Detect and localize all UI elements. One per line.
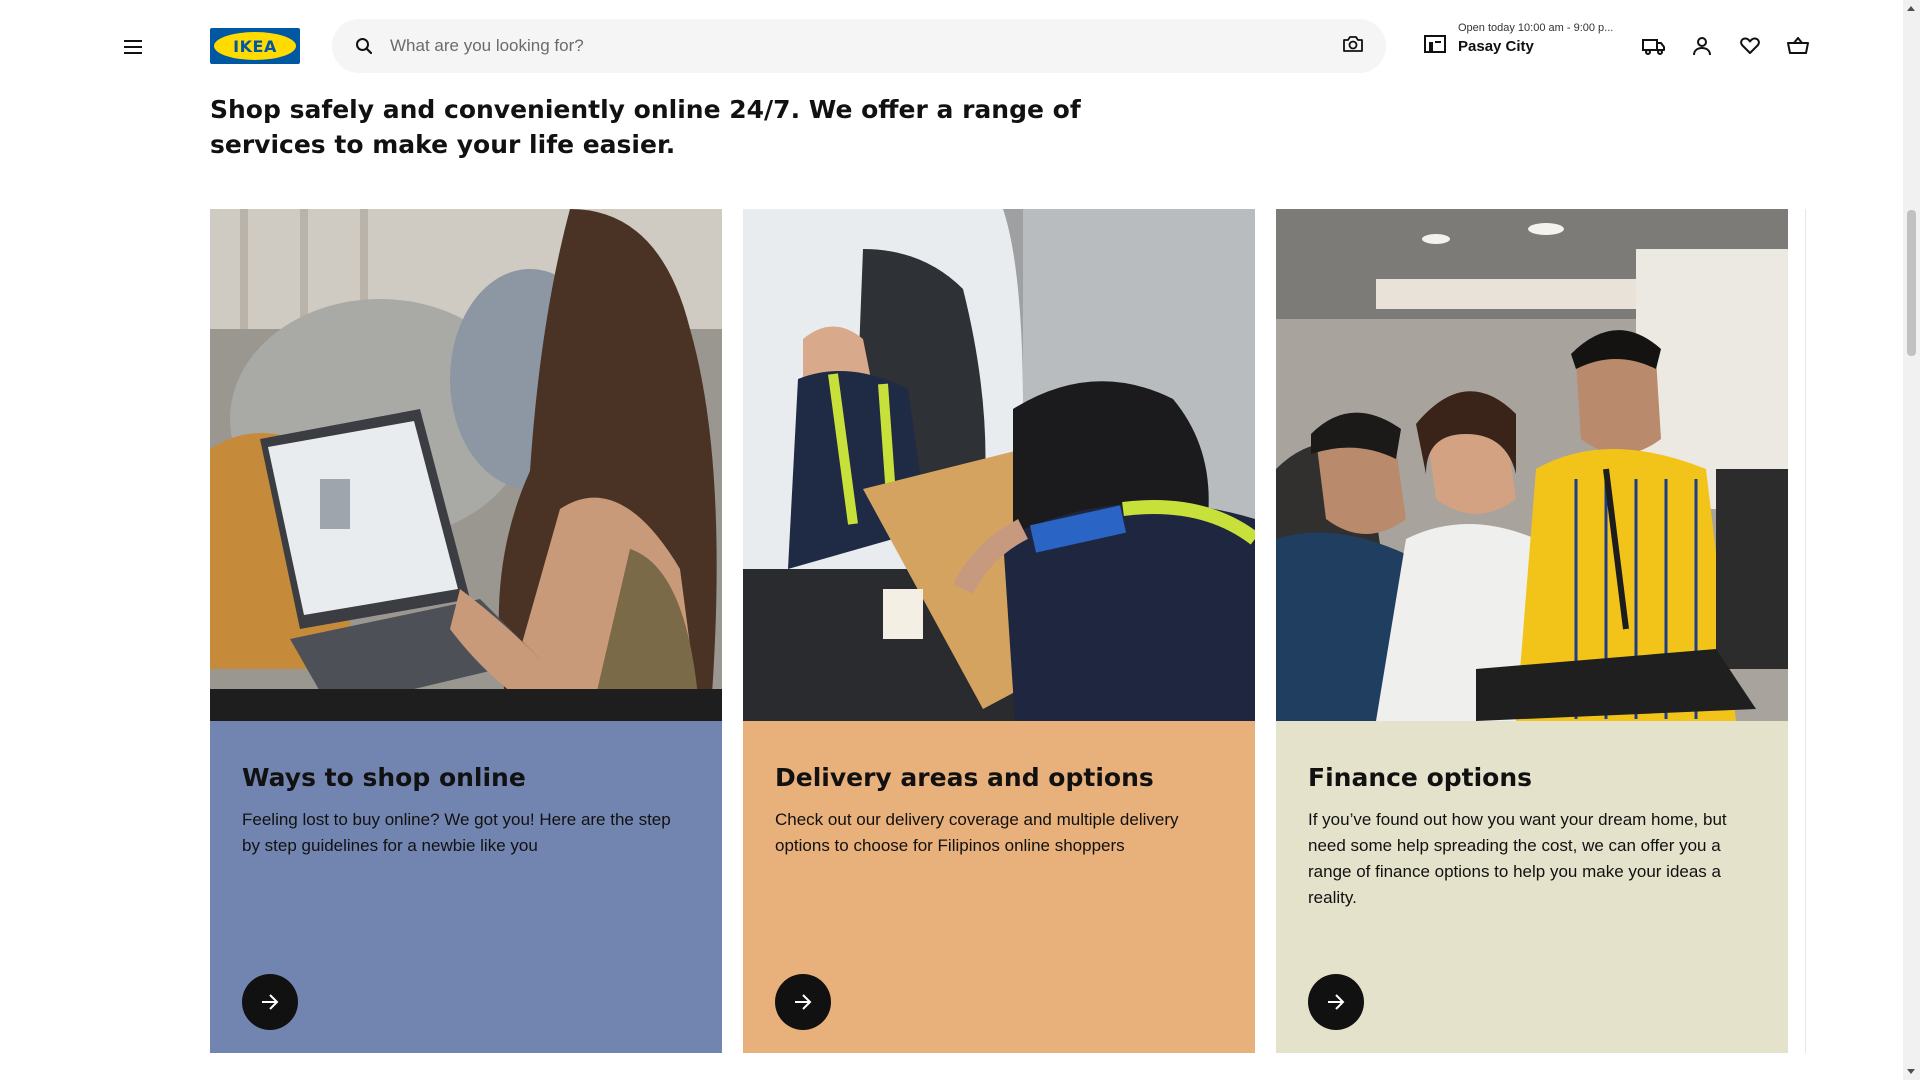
scroll-down-arrow-icon[interactable] [1907, 1069, 1915, 1074]
search-bar[interactable] [332, 19, 1386, 73]
delivery-van-photo [743, 209, 1255, 721]
heart-icon[interactable] [1737, 33, 1763, 59]
logo-oval: IKEA [214, 32, 296, 60]
search-input[interactable] [390, 36, 1320, 56]
card-title: Finance options [1308, 763, 1533, 792]
card-title: Delivery areas and options [775, 763, 1154, 792]
scroll-up-arrow-icon[interactable] [1907, 6, 1915, 11]
site-header: IKEA Open today 10:00 am - 9:00 p... Pas… [0, 0, 1900, 92]
ikea-logo[interactable]: IKEA [210, 28, 300, 64]
search-icon[interactable] [352, 34, 376, 58]
card-ways-to-shop[interactable]: Ways to shop online Feeling lost to buy … [210, 209, 722, 1053]
page-scrollbar[interactable] [1903, 0, 1920, 1080]
card-body: Delivery areas and options Check out our… [743, 721, 1255, 1053]
card-title: Ways to shop online [242, 763, 526, 792]
store-city: Pasay City [1458, 38, 1534, 55]
account-icon[interactable] [1689, 33, 1715, 59]
arrow-right-icon[interactable] [242, 974, 298, 1030]
card-body: Ways to shop online Feeling lost to buy … [210, 721, 722, 1053]
arrow-right-icon[interactable] [775, 974, 831, 1030]
basket-icon[interactable] [1785, 33, 1811, 59]
intro-heading: Shop safely and conveniently online 24/7… [210, 95, 1081, 159]
arrow-right-icon[interactable] [1308, 974, 1364, 1030]
card-description: Check out our delivery coverage and mult… [775, 810, 1179, 855]
card-body: Finance options If you’ve found out how … [1276, 721, 1788, 1053]
camera-icon[interactable] [1342, 34, 1366, 58]
store-hours: Open today 10:00 am - 9:00 p... [1458, 22, 1614, 34]
card-delivery-options[interactable]: Delivery areas and options Check out our… [743, 209, 1255, 1053]
store-staff-photo [1276, 209, 1788, 721]
card-description: If you’ve found out how you want your dr… [1308, 810, 1727, 907]
card-finance-options[interactable]: Finance options If you’ve found out how … [1276, 209, 1788, 1053]
hamburger-menu-icon[interactable] [116, 30, 150, 64]
next-card-edge [1805, 209, 1806, 1053]
store-icon [1424, 34, 1448, 56]
card-description: Feeling lost to buy online? We got you! … [242, 810, 671, 855]
scrollbar-thumb[interactable] [1907, 210, 1916, 356]
store-selector[interactable]: Open today 10:00 am - 9:00 p... Pasay Ci… [1424, 20, 1644, 60]
logo-text: IKEA [233, 36, 277, 56]
woman-laptop-photo [210, 209, 722, 721]
delivery-truck-icon[interactable] [1641, 33, 1667, 59]
